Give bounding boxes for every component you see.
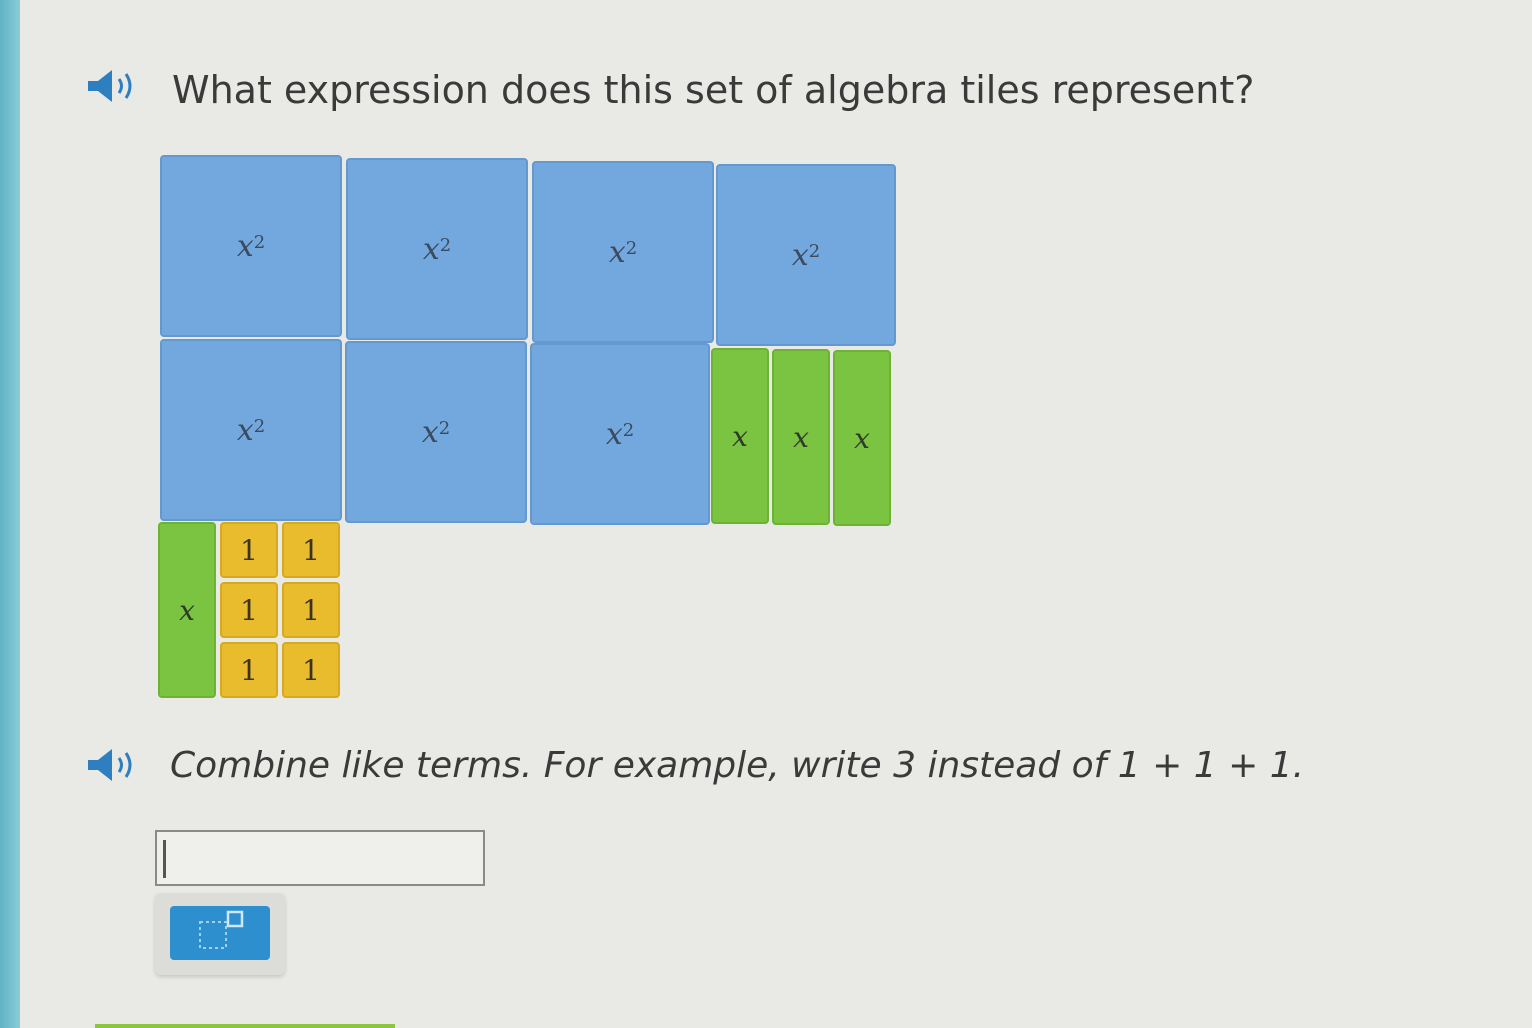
question-text: What expression does this set of algebra… xyxy=(172,68,1255,112)
instruction-speaker-icon[interactable] xyxy=(86,745,142,785)
question-speaker-icon[interactable] xyxy=(86,66,142,106)
x-squared-tile: x2 xyxy=(716,164,896,346)
x-squared-tile: x2 xyxy=(530,343,710,525)
text-caret xyxy=(163,840,166,878)
unit-tile: 1 xyxy=(220,642,278,698)
unit-tile: 1 xyxy=(282,582,340,638)
x-squared-tile: x2 xyxy=(345,341,527,523)
left-accent-bar xyxy=(0,0,20,1028)
instruction-text: Combine like terms. For example, write 3… xyxy=(170,745,1305,786)
x-tile: x xyxy=(772,349,830,525)
x-tile: x xyxy=(711,348,769,524)
x-squared-tile: x2 xyxy=(160,339,342,521)
math-keypad-icon xyxy=(199,910,244,949)
unit-tile: 1 xyxy=(282,642,340,698)
unit-tile: 1 xyxy=(220,582,278,638)
x-tile: x xyxy=(158,522,216,698)
x-squared-tile: x2 xyxy=(532,161,714,343)
unit-tile: 1 xyxy=(282,522,340,578)
unit-tile: 1 xyxy=(220,522,278,578)
math-keypad-button[interactable] xyxy=(170,906,270,960)
answer-input[interactable] xyxy=(155,830,485,886)
x-tile: x xyxy=(833,350,891,526)
x-squared-tile: x2 xyxy=(160,155,342,337)
x-squared-tile: x2 xyxy=(346,158,528,340)
bottom-progress-strip xyxy=(95,1024,395,1028)
